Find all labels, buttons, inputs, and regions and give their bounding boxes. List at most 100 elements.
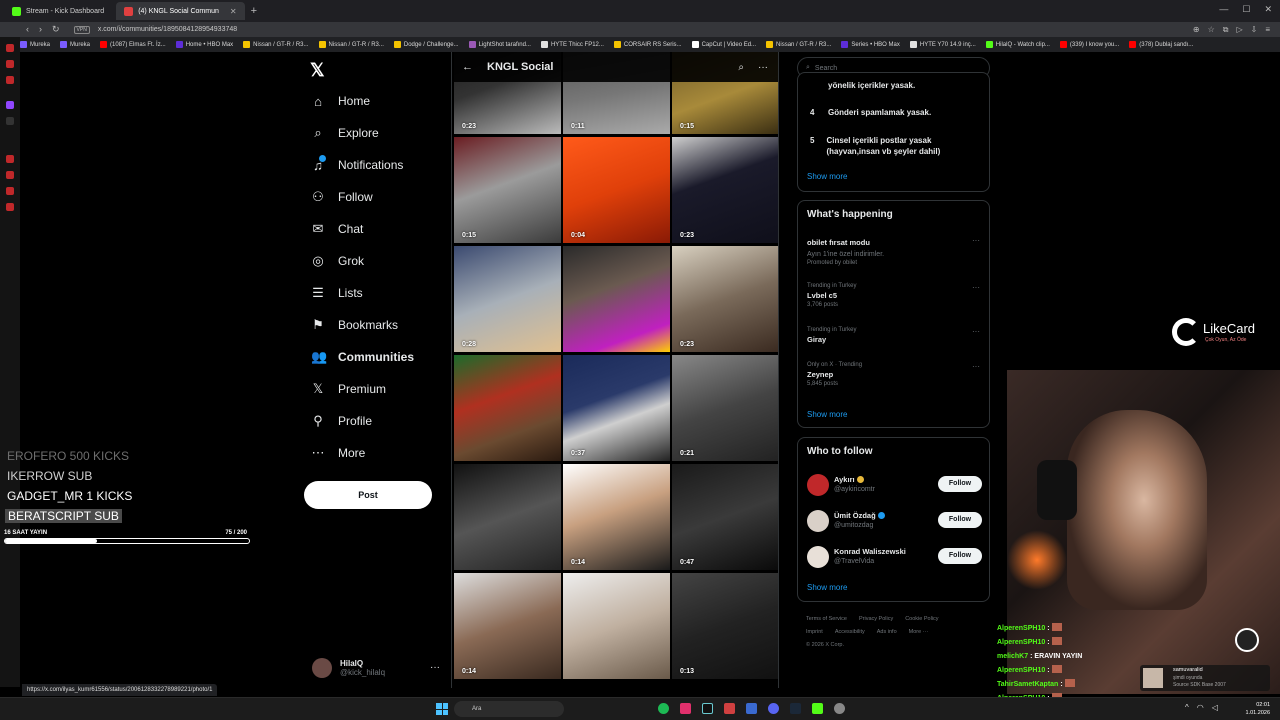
bookmark-item[interactable]: Dodge / Challenge... bbox=[393, 41, 459, 48]
bookmark-item[interactable]: Nissan / GT-R / R3... bbox=[318, 41, 384, 48]
extensions-icon[interactable]: ⧉ bbox=[1223, 25, 1229, 35]
twitch-icon[interactable] bbox=[6, 101, 14, 109]
nav-item-communities[interactable]: 👥 Communities bbox=[311, 346, 414, 368]
nav-item-more[interactable]: ⋯ More bbox=[311, 442, 366, 464]
media-tile[interactable]: 0:21 bbox=[672, 355, 778, 461]
follow-suggestion[interactable]: Konrad Waliszewski @TravelVida Follow bbox=[807, 542, 982, 570]
footer-link[interactable]: Accessibility bbox=[835, 629, 865, 635]
nav-item-premium[interactable]: 𝕏 Premium bbox=[311, 378, 386, 400]
sidebar-app-icon[interactable] bbox=[6, 171, 14, 179]
trend-item[interactable]: Trending in Turkey Lvbel c5 3,706 posts … bbox=[807, 283, 982, 308]
footer-link[interactable]: Cookie Policy bbox=[905, 616, 938, 622]
back-arrow-icon[interactable]: ← bbox=[462, 61, 473, 73]
footer-link[interactable]: Terms of Service bbox=[806, 616, 847, 622]
bookmark-item[interactable]: Nissan / GT-R / R3... bbox=[243, 41, 309, 48]
media-tile[interactable]: 0:23 bbox=[672, 246, 778, 352]
tiktok-icon[interactable] bbox=[702, 703, 713, 714]
media-tile[interactable] bbox=[454, 355, 561, 461]
app-icon[interactable] bbox=[812, 703, 823, 714]
search-icon[interactable]: ⌕ bbox=[738, 62, 744, 73]
nav-item-profile[interactable]: ⚲ Profile bbox=[311, 410, 372, 432]
chat-username[interactable]: melichK7 bbox=[997, 653, 1028, 660]
media-tile[interactable]: 0:37 bbox=[563, 355, 670, 461]
discord-icon[interactable] bbox=[768, 703, 779, 714]
sidebar-app-icon[interactable] bbox=[6, 203, 14, 211]
trend-item[interactable]: Only on X · Trending Zeynep 5,845 posts … bbox=[807, 362, 982, 387]
media-tile[interactable] bbox=[563, 246, 670, 352]
media-tile[interactable]: 0:13 bbox=[672, 573, 778, 679]
forward-icon[interactable]: › bbox=[39, 24, 42, 35]
sidebar-app-icon[interactable] bbox=[6, 187, 14, 195]
more-dots-icon[interactable]: ··· bbox=[972, 362, 980, 371]
more-dots-icon[interactable]: ··· bbox=[972, 283, 980, 292]
browser-tab-x[interactable]: (4) KNGL Social Commun ✕ bbox=[116, 2, 245, 20]
trend-item[interactable]: obilet fırsat modu Ayın 1'ine özel indir… bbox=[807, 236, 982, 266]
media-tile[interactable]: 0:28 bbox=[454, 246, 561, 352]
media-tile[interactable]: 0:47 bbox=[672, 464, 778, 570]
media-tile[interactable]: 0:15 bbox=[454, 137, 561, 243]
vpn-badge[interactable]: VPN bbox=[73, 25, 90, 34]
app-icon[interactable] bbox=[680, 703, 691, 714]
follow-button[interactable]: Follow bbox=[938, 476, 982, 492]
windows-start-icon[interactable] bbox=[436, 703, 448, 715]
follow-button[interactable]: Follow bbox=[938, 512, 982, 528]
media-tile[interactable] bbox=[563, 573, 670, 679]
url-field[interactable]: x.com/i/communities/1895084128954933748 bbox=[98, 26, 237, 33]
show-more-link[interactable]: Show more bbox=[807, 172, 847, 181]
sidebar-app-icon[interactable] bbox=[6, 60, 14, 68]
nav-item-home[interactable]: ⌂ Home bbox=[311, 90, 370, 112]
bookmark-item[interactable]: (378) Dublaj sandı... bbox=[1129, 41, 1193, 48]
chat-username[interactable]: AlperenSPH10 bbox=[997, 639, 1045, 646]
account-switcher[interactable]: HilalQ @kick_hilalq ··· bbox=[312, 658, 440, 678]
play-icon[interactable]: ▷ bbox=[1236, 25, 1242, 35]
app-icon[interactable] bbox=[724, 703, 735, 714]
bookmark-item[interactable]: CapCut | Video Ed... bbox=[691, 41, 756, 48]
follow-suggestion[interactable]: Ümit Özdağ @umitozdag Follow bbox=[807, 506, 982, 534]
close-tab-icon[interactable]: ✕ bbox=[230, 7, 237, 16]
volume-icon[interactable]: ◁ bbox=[1212, 703, 1218, 712]
chat-username[interactable]: AlperenSPH10 bbox=[997, 625, 1045, 632]
x-logo-icon[interactable]: 𝕏 bbox=[310, 60, 325, 81]
follow-button[interactable]: Follow bbox=[938, 548, 982, 564]
bookmark-item[interactable]: HYTE Thicc FP12... bbox=[540, 41, 604, 48]
media-tile[interactable]: 0:04 bbox=[563, 137, 670, 243]
media-tile[interactable]: 0:23 bbox=[672, 137, 778, 243]
reload-icon[interactable]: ↻ bbox=[52, 24, 60, 35]
chat-username[interactable]: AlperenSPH10 bbox=[997, 667, 1045, 674]
media-tile[interactable] bbox=[454, 464, 561, 570]
footer-link[interactable]: Privacy Policy bbox=[859, 616, 893, 622]
bookmark-item[interactable]: Series • HBO Max bbox=[841, 41, 900, 48]
bookmark-item[interactable]: Mureka bbox=[60, 41, 90, 48]
nav-item-bookmarks[interactable]: ⚑ Bookmarks bbox=[311, 314, 398, 336]
trend-item[interactable]: Trending in Turkey Giray ··· bbox=[807, 327, 982, 344]
nav-item-explore[interactable]: ⌕ Explore bbox=[311, 122, 378, 144]
sidebar-app-icon[interactable] bbox=[6, 76, 14, 84]
more-dots-icon[interactable]: ··· bbox=[972, 327, 980, 336]
x-app-icon[interactable] bbox=[6, 117, 14, 125]
new-tab-button[interactable]: + bbox=[251, 5, 257, 17]
bookmark-item[interactable]: (1087) Elmas Ft. İz... bbox=[100, 41, 166, 48]
bookmark-item[interactable]: HilalQ - Watch clip... bbox=[985, 41, 1050, 48]
footer-link[interactable]: Imprint bbox=[806, 629, 823, 635]
more-dots-icon[interactable]: ··· bbox=[430, 662, 440, 673]
bookmark-item[interactable]: (339) I know you... bbox=[1059, 41, 1119, 48]
bookmark-item[interactable]: Home • HBO Max bbox=[175, 41, 233, 48]
more-dots-icon[interactable]: ··· bbox=[972, 236, 980, 245]
steam-icon[interactable] bbox=[790, 703, 801, 714]
more-dots-icon[interactable]: ··· bbox=[758, 62, 768, 73]
bookmark-item[interactable]: HYTE Y70 14.9 inç... bbox=[909, 41, 976, 48]
zoom-icon[interactable]: ⊕ bbox=[1193, 25, 1200, 35]
nav-item-chat[interactable]: ✉ Chat bbox=[311, 218, 364, 240]
media-tile[interactable]: 0:14 bbox=[454, 573, 561, 679]
follow-suggestion[interactable]: Aykırı @aykiricomtr Follow bbox=[807, 470, 982, 498]
tray-chevron-icon[interactable]: ^ bbox=[1185, 703, 1189, 712]
bookmark-star-icon[interactable]: ☆ bbox=[1208, 25, 1215, 35]
spotify-icon[interactable] bbox=[658, 703, 669, 714]
app-icon[interactable] bbox=[834, 703, 845, 714]
footer-link[interactable]: More ··· bbox=[909, 629, 929, 635]
taskbar-search[interactable]: Ara bbox=[454, 701, 564, 717]
sidebar-app-icon[interactable] bbox=[6, 44, 14, 52]
maximize-icon[interactable]: ☐ bbox=[1242, 4, 1250, 15]
nav-item-grok[interactable]: ◎ Grok bbox=[311, 250, 364, 272]
bookmark-item[interactable]: LightShot tarafınd... bbox=[468, 41, 531, 48]
